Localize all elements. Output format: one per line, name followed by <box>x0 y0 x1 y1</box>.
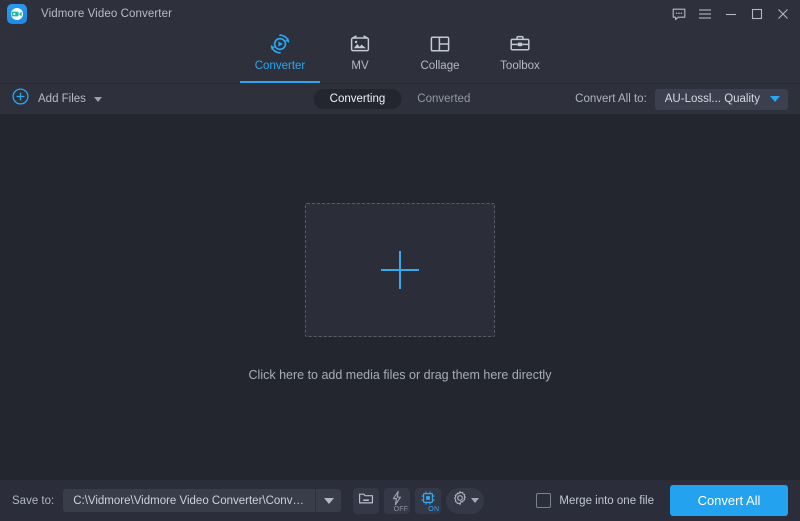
hamburger-menu-icon[interactable] <box>692 1 718 27</box>
convert-all-to-group: Convert All to: AU-Lossl... Quality <box>575 88 788 110</box>
tab-converted[interactable]: Converted <box>401 89 486 109</box>
tab-collage[interactable]: Collage <box>400 28 480 83</box>
convert-all-to-label: Convert All to: <box>575 93 647 105</box>
bottom-bar: Save to: C:\Vidmore\Vidmore Video Conver… <box>0 479 800 521</box>
feedback-bubble-icon[interactable] <box>666 1 692 27</box>
chevron-down-icon <box>470 498 479 503</box>
save-path-dropdown[interactable] <box>315 489 341 512</box>
add-files-label: Add Files <box>38 93 86 105</box>
save-path-field[interactable]: C:\Vidmore\Vidmore Video Converter\Conve… <box>63 489 342 512</box>
main-navigation: Converter MV Collage Toolbox <box>0 28 800 84</box>
chevron-down-icon <box>323 497 334 504</box>
output-format-value: AU-Lossl... Quality <box>664 93 760 105</box>
settings-button[interactable] <box>446 487 485 514</box>
media-dropzone[interactable] <box>305 203 495 337</box>
tab-collage-label: Collage <box>420 60 460 72</box>
tab-mv[interactable]: MV <box>320 28 400 83</box>
main-content: Click here to add media files or drag th… <box>0 115 800 479</box>
plus-icon <box>381 251 419 289</box>
open-folder-button[interactable] <box>353 487 380 514</box>
title-bar: Vidmore Video Converter <box>0 0 800 28</box>
hardware-accel-toggle-button[interactable]: OFF <box>384 487 411 514</box>
minimize-icon[interactable] <box>718 1 744 27</box>
bottom-tool-buttons: OFF ON <box>353 487 485 514</box>
chevron-down-icon[interactable] <box>93 96 102 102</box>
mv-icon <box>348 31 372 57</box>
window-controls <box>666 1 796 27</box>
convert-all-button[interactable]: Convert All <box>670 485 788 516</box>
tab-toolbox-label: Toolbox <box>500 60 540 72</box>
tab-converter[interactable]: Converter <box>240 28 320 83</box>
tab-converting[interactable]: Converting <box>313 89 402 109</box>
close-icon[interactable] <box>770 1 796 27</box>
save-to-label: Save to: <box>12 494 55 507</box>
checkbox-box <box>536 493 552 508</box>
status-filter-tabs: Converting Converted <box>313 89 487 109</box>
gpu-accel-toggle-button[interactable]: ON <box>415 487 442 514</box>
tab-toolbox[interactable]: Toolbox <box>480 28 560 83</box>
output-format-dropdown[interactable]: AU-Lossl... Quality <box>654 88 788 110</box>
dropzone-caption: Click here to add media files or drag th… <box>248 368 552 382</box>
hardware-accel-state-badge: OFF <box>393 505 409 513</box>
nav-tabs: Converter MV Collage Toolbox <box>240 28 560 83</box>
collage-icon <box>428 31 452 57</box>
app-window: Vidmore Video Converter Converter MV Col… <box>0 0 800 521</box>
open-folder-icon <box>358 490 374 511</box>
plus-circle-icon <box>12 88 29 110</box>
toolbar: Add Files Converting Converted Convert A… <box>0 84 800 115</box>
tab-mv-label: MV <box>351 60 369 72</box>
merge-into-one-file-checkbox[interactable]: Merge into one file <box>536 493 654 508</box>
chevron-down-icon <box>770 96 780 102</box>
gpu-accel-state-badge: ON <box>428 505 440 513</box>
toolbox-icon <box>508 31 532 57</box>
converter-icon <box>268 31 292 57</box>
tab-converter-label: Converter <box>254 60 306 72</box>
window-title: Vidmore Video Converter <box>41 8 173 20</box>
app-logo-icon <box>7 4 27 24</box>
maximize-icon[interactable] <box>744 1 770 27</box>
settings-gear-icon <box>452 490 468 511</box>
merge-into-one-file-label: Merge into one file <box>559 494 654 507</box>
add-files-button[interactable]: Add Files <box>12 88 102 110</box>
save-path-value: C:\Vidmore\Vidmore Video Converter\Conve… <box>73 494 316 507</box>
